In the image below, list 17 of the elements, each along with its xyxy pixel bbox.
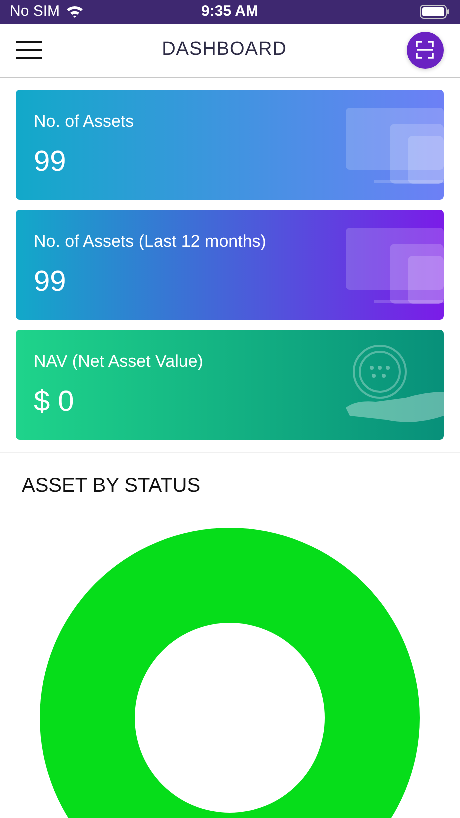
card-label: No. of Assets (Last 12 months)	[34, 232, 266, 252]
status-time: 9:35 AM	[200, 3, 260, 20]
page-title: DASHBOARD	[162, 39, 287, 62]
menu-icon	[16, 40, 42, 60]
card-value: 99	[34, 266, 66, 299]
scan-icon	[416, 41, 434, 60]
carrier-text: No SIM	[10, 3, 60, 20]
wifi-icon	[66, 5, 84, 18]
battery-icon	[420, 4, 450, 19]
card-value: $ 0	[34, 386, 74, 419]
card-label: NAV (Net Asset Value)	[34, 352, 204, 372]
section-title: ASSET BY STATUS	[22, 475, 201, 498]
hand-coin-icon	[346, 344, 444, 424]
card-label: No. of Assets	[34, 112, 134, 132]
card-value: 99	[34, 146, 66, 179]
menu-button[interactable]	[16, 40, 42, 60]
scan-button[interactable]	[406, 32, 444, 69]
